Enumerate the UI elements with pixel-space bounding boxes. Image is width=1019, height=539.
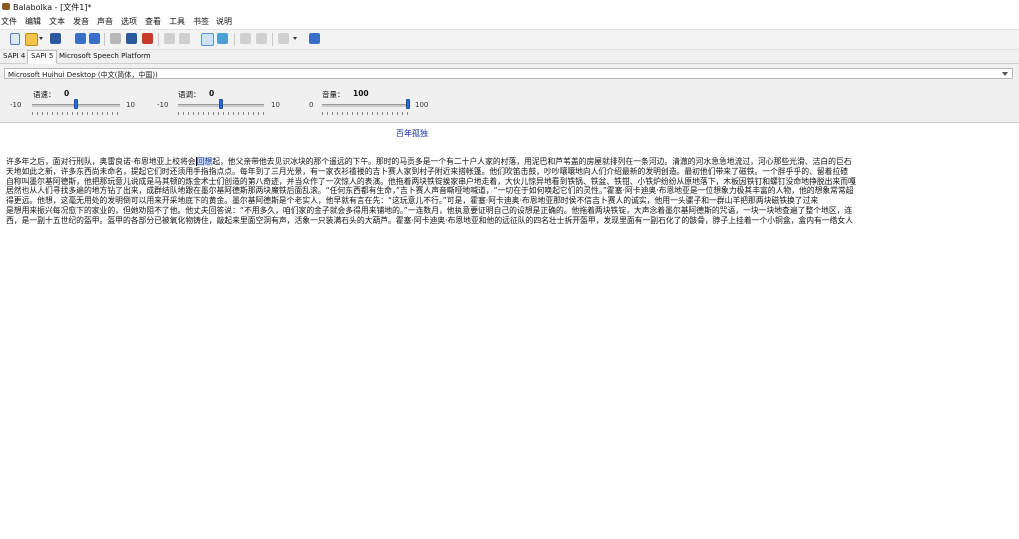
toolbar-separator — [272, 33, 273, 46]
volume-slider-thumb[interactable] — [406, 99, 410, 109]
menu-file[interactable]: 文件 — [1, 16, 17, 27]
menu-help[interactable]: 说明 — [216, 16, 232, 27]
voice-select[interactable]: Microsoft Huihui Desktop (中文(简体，中国)) — [4, 68, 1013, 79]
title-bar: Balabolka - [文件1]* — [0, 0, 1019, 14]
open-folder-icon[interactable] — [25, 33, 38, 46]
rate-max: 10 — [126, 101, 135, 109]
toolbar-separator — [234, 33, 235, 46]
body-line: 自称叫墨尔基阿德斯，他把那玩意儿说成是马其顿的炼金术士们创造的第八奇迹，并当众作… — [6, 176, 856, 186]
volume-min: 0 — [309, 101, 314, 109]
volume-slider-ticks — [322, 112, 408, 115]
stop-icon[interactable] — [142, 33, 153, 44]
body-line: 居然也从人们寻找多遍的地方钻了出来，成群结队地跟在墨尔基阿德斯那两块魔铁后面乱滚… — [6, 186, 854, 196]
menu-bar: 文件 编辑 文本 发音 声音 选项 查看 工具 书签 说明 — [0, 14, 1019, 28]
pitch-value: 0 — [209, 89, 215, 98]
pitch-label: 语调： — [178, 90, 201, 99]
pitch-slider-thumb[interactable] — [219, 99, 223, 109]
open-dropdown-chevron-icon[interactable] — [39, 37, 43, 40]
pitch-max: 10 — [271, 101, 280, 109]
voice-panel: Microsoft Huihui Desktop (中文(简体，中国)) 语速：… — [0, 64, 1019, 123]
rate-slider-thumb[interactable] — [74, 99, 78, 109]
menu-voice[interactable]: 声音 — [97, 16, 113, 27]
volume-slider-track[interactable] — [322, 104, 408, 107]
pitch-slider-ticks — [178, 112, 264, 115]
rate-value: 0 — [64, 89, 70, 98]
new-document-icon[interactable] — [10, 33, 20, 45]
volume-value: 100 — [353, 89, 369, 98]
body-line-1a: 许多年之后，面对行刑队，奥雷良诺·布恩地亚上校将会 — [6, 157, 196, 166]
clipboard-read-icon[interactable] — [217, 33, 228, 44]
play-icon[interactable] — [110, 33, 121, 44]
chevron-down-icon[interactable] — [1002, 72, 1008, 76]
spelling-icon[interactable] — [240, 33, 251, 44]
toolbar — [0, 29, 1019, 50]
tab-sapi4[interactable]: SAPI 4 — [0, 51, 28, 62]
menu-edit[interactable]: 编辑 — [25, 16, 41, 27]
body-line: 天地如此之新，许多东西尚未命名，提起它们时还须用手指指点点。每年到了三月光景，有… — [6, 166, 849, 176]
menu-bookmarks[interactable]: 书签 — [193, 16, 209, 27]
body-line: 得更远。他想，这毫无用处的发明倒可以用来开采地底下的黄金。墨尔基阿德斯是个老实人… — [6, 196, 819, 206]
menu-text[interactable]: 文本 — [49, 16, 65, 27]
rate-label: 语速： — [33, 90, 56, 99]
document-body[interactable]: 许多年之后，面对行刑队，奥雷良诺·布恩地亚上校将会回想起，他父亲带他去见识冰块的… — [6, 157, 1019, 226]
document-heading: 百年孤独 — [396, 129, 428, 138]
volume-max: 100 — [415, 101, 429, 109]
volume-label: 音量： — [322, 90, 345, 99]
toolbar-separator — [104, 33, 105, 46]
text-view-icon[interactable] — [201, 33, 214, 46]
menu-tools[interactable]: 工具 — [169, 16, 185, 27]
pronunciation-icon[interactable] — [256, 33, 267, 44]
toolbar-separator — [158, 33, 159, 46]
settings-dropdown-chevron-icon[interactable] — [293, 37, 297, 40]
convert-file-icon[interactable] — [164, 33, 175, 44]
highlighted-word: 回想 — [195, 157, 213, 166]
engine-tabs: SAPI 4 SAPI 5 Microsoft Speech Platform — [0, 50, 1019, 64]
rate-min: -10 — [10, 101, 22, 109]
body-line: 是想用来振兴每况愈下的家业的，但她劝阻不了他。他丈夫回答说：“不用多久，咱们家的… — [6, 205, 853, 215]
save-audio-icon[interactable] — [75, 33, 86, 44]
body-line: 西，是一副十五世纪的盔甲。盔甲的各部分已被氧化物铸住，敲起来里面空洞有声，活象一… — [6, 215, 854, 225]
tab-sapi5[interactable]: SAPI 5 — [27, 50, 58, 64]
pause-icon[interactable] — [126, 33, 137, 44]
tab-speech-platform[interactable]: Microsoft Speech Platform — [56, 51, 154, 62]
rate-slider-ticks — [32, 112, 120, 115]
window-title: Balabolka - [文件1]* — [13, 3, 92, 12]
menu-view[interactable]: 查看 — [145, 16, 161, 27]
text-editor[interactable]: 百年孤独 许多年之后，面对行刑队，奥雷良诺·布恩地亚上校将会回想起，他父亲带他去… — [0, 123, 1019, 539]
batch-convert-icon[interactable] — [179, 33, 190, 44]
app-icon — [2, 3, 10, 10]
body-line-1b: 起，他父亲带他去见识冰块的那个遥远的下午。那时的马贡多是一个有二十户人家的村落，… — [212, 157, 852, 166]
help-icon[interactable] — [309, 33, 320, 44]
pitch-min: -10 — [157, 101, 169, 109]
menu-options[interactable]: 选项 — [121, 16, 137, 27]
menu-speech[interactable]: 发音 — [73, 16, 89, 27]
settings-icon[interactable] — [278, 33, 289, 44]
save-icon[interactable] — [50, 33, 61, 44]
voice-select-value: Microsoft Huihui Desktop (中文(简体，中国)) — [8, 71, 158, 79]
split-audio-icon[interactable] — [89, 33, 100, 44]
